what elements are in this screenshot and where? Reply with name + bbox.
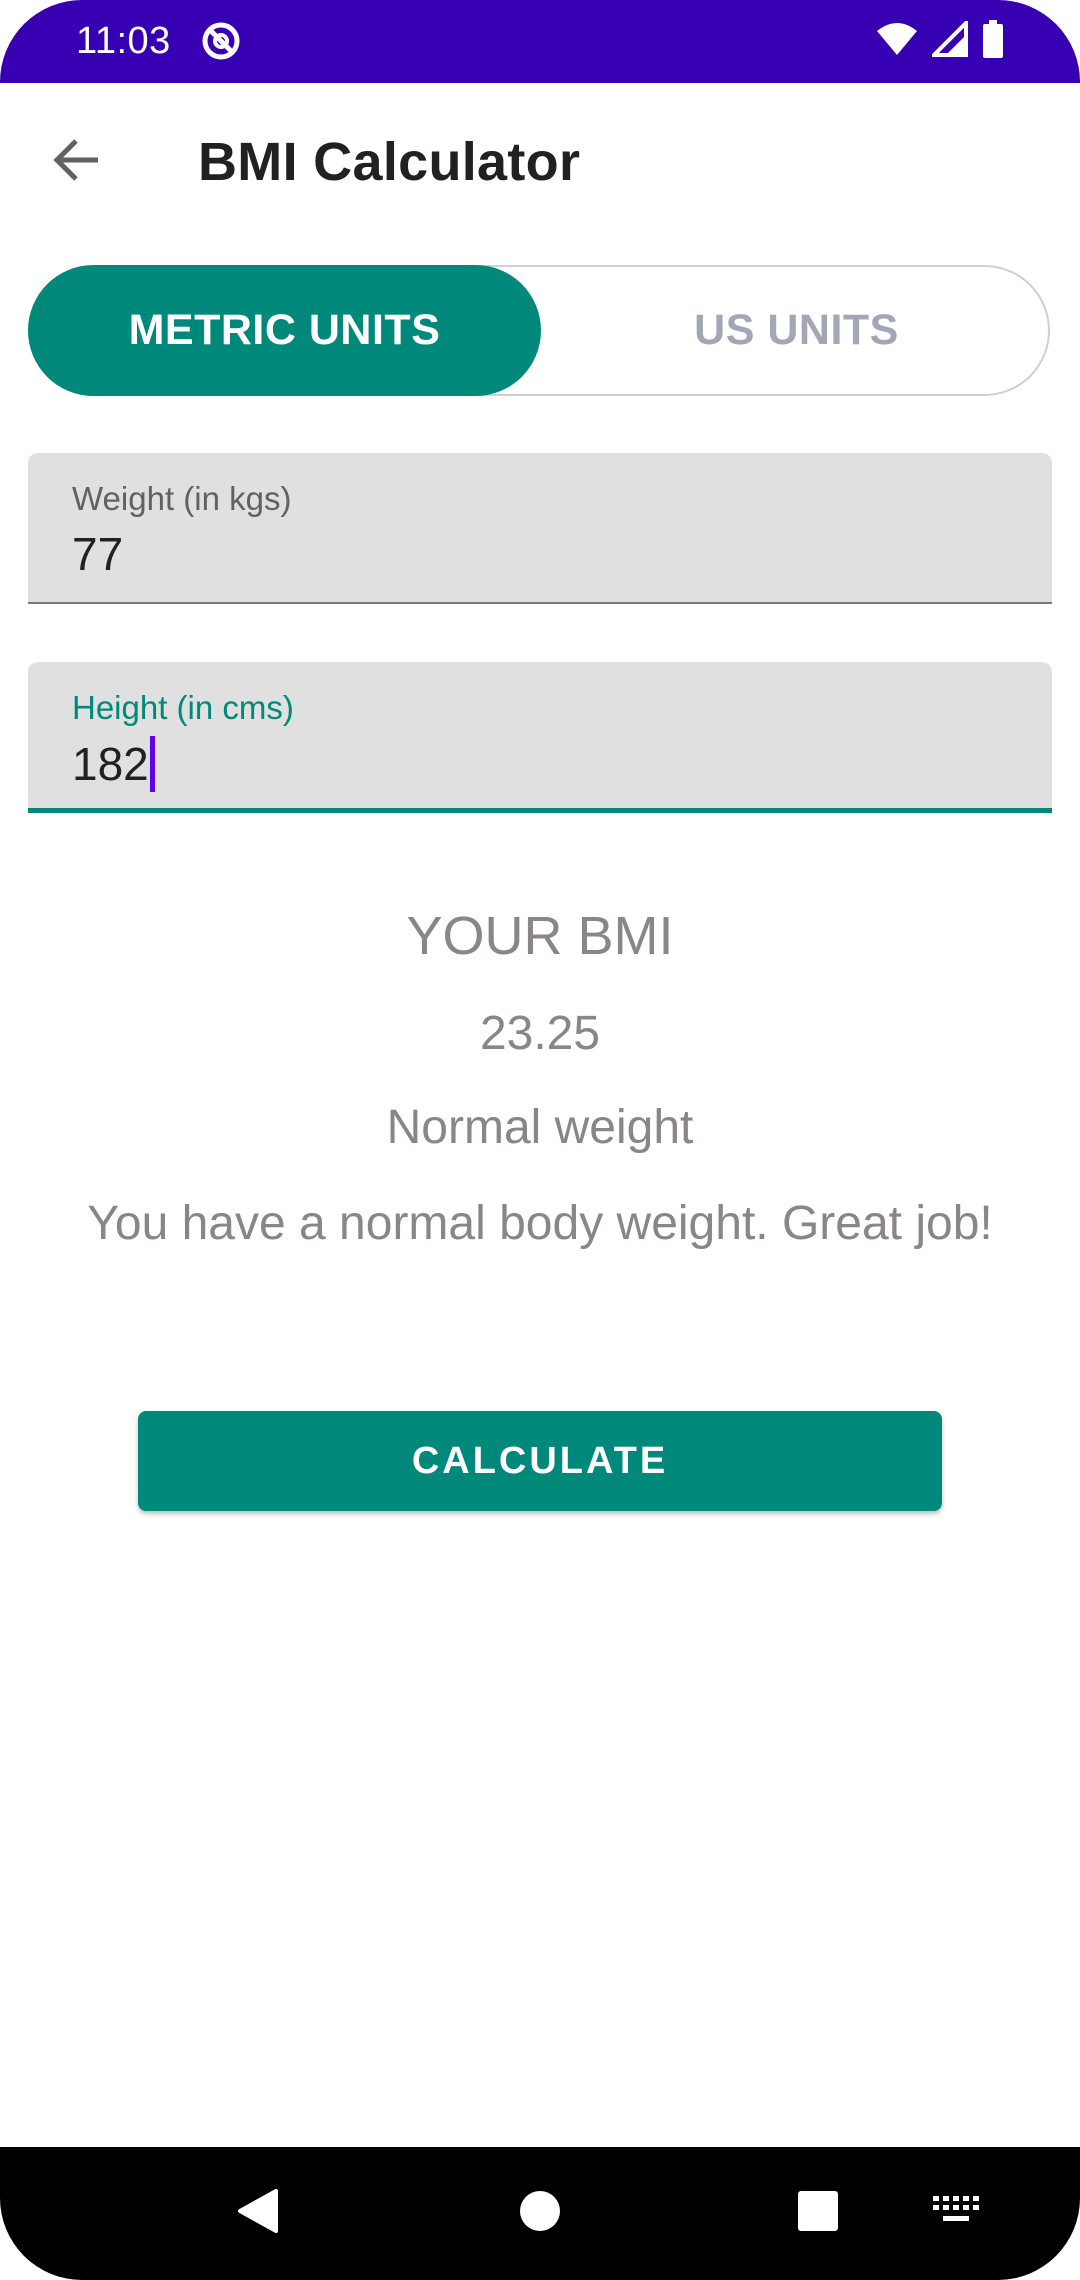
unit-toggle: METRIC UNITS US UNITS [28, 265, 1050, 396]
weight-label: Weight (in kgs) [72, 480, 292, 517]
height-input[interactable]: 182 [72, 736, 155, 792]
bmi-category: Normal weight [386, 1101, 694, 1154]
nav-keyboard-button[interactable] [916, 2147, 996, 2280]
nav-back-button[interactable] [218, 2147, 298, 2280]
page-title: BMI Calculator [198, 132, 581, 192]
app-bar: BMI Calculator [0, 83, 1080, 239]
calculate-button[interactable]: CALCULATE [138, 1411, 942, 1511]
wifi-icon [876, 21, 918, 62]
back-triangle-icon [236, 2188, 280, 2239]
arrow-back-icon [52, 138, 102, 187]
status-bar: 11:03 [0, 0, 1080, 83]
keyboard-icon [933, 2196, 979, 2231]
recents-square-icon [797, 2190, 839, 2237]
text-cursor [149, 736, 155, 792]
tab-metric-units[interactable]: METRIC UNITS [28, 265, 541, 396]
bmi-value: 23.25 [479, 1007, 601, 1060]
status-time: 11:03 [76, 20, 171, 62]
system-nav-bar [0, 2147, 1080, 2280]
tab-us-units[interactable]: US UNITS [541, 265, 1052, 396]
signal-icon [929, 18, 968, 62]
weight-field[interactable]: Weight (in kgs) 77 [28, 453, 1052, 604]
at-sign-app-icon [200, 20, 242, 67]
weight-input[interactable]: 77 [72, 527, 123, 581]
nav-recents-button[interactable] [778, 2147, 858, 2280]
home-circle-icon [518, 2189, 562, 2238]
battery-icon [982, 20, 1004, 63]
height-field[interactable]: Height (in cms) 182 [28, 662, 1052, 813]
back-button[interactable] [40, 125, 114, 199]
status-icons [876, 18, 1004, 63]
weight-value: 77 [72, 528, 124, 580]
height-value: 182 [72, 738, 149, 790]
bmi-heading: YOUR BMI [406, 906, 674, 966]
bmi-message: You have a normal body weight. Great job… [87, 1197, 993, 1250]
nav-home-button[interactable] [500, 2147, 580, 2280]
height-label: Height (in cms) [72, 689, 294, 726]
